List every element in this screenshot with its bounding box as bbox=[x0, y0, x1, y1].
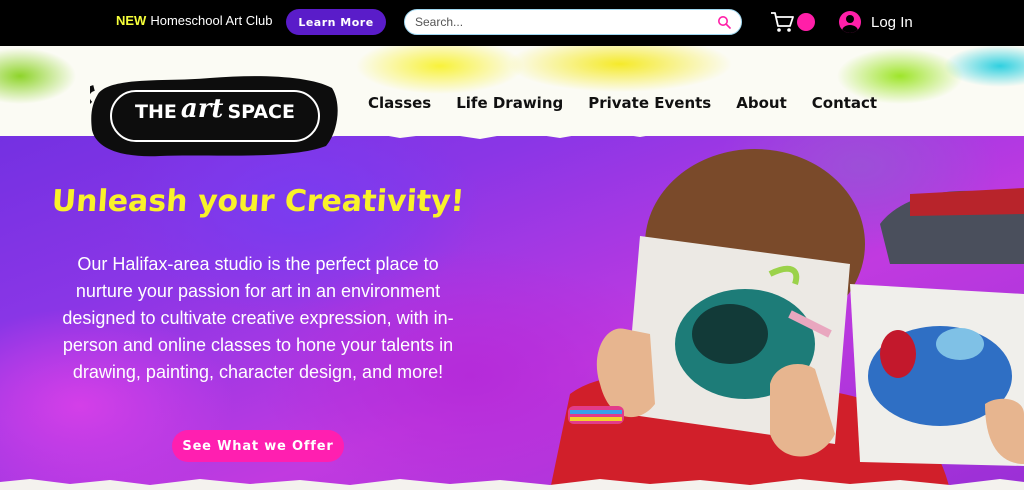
login-label: Log In bbox=[871, 13, 913, 31]
promo-text: Homeschool Art Club bbox=[150, 13, 273, 28]
promo-new-label: NEW bbox=[116, 13, 147, 28]
logo-word-the: THE bbox=[135, 101, 177, 123]
see-what-we-offer-button[interactable]: See What we Offer bbox=[172, 430, 344, 462]
hero-body-text: Our Halifax-area studio is the perfect p… bbox=[62, 254, 454, 382]
top-bar: NEWHomeschool Art Club Learn More Log In bbox=[0, 0, 1024, 46]
search-input[interactable] bbox=[415, 15, 717, 29]
user-avatar-icon bbox=[839, 11, 861, 33]
learn-more-button[interactable]: Learn More bbox=[286, 9, 386, 35]
promo-banner: NEW Homeschool Art Club bbox=[116, 13, 272, 28]
nav-about[interactable]: About bbox=[736, 94, 787, 112]
logo-word-art: art bbox=[180, 94, 224, 124]
search-bar[interactable] bbox=[404, 9, 742, 35]
nav-classes[interactable]: Classes bbox=[368, 94, 431, 112]
hero-headline: Unleash your Creativity! bbox=[50, 184, 466, 219]
nav-contact[interactable]: Contact bbox=[812, 94, 877, 112]
torn-paper-bottom-edge bbox=[0, 479, 1024, 490]
site-logo[interactable]: THE art SPACE bbox=[90, 74, 340, 158]
login-button[interactable]: Log In bbox=[839, 11, 913, 33]
main-nav: Classes Life Drawing Private Events Abou… bbox=[368, 94, 877, 112]
nav-life-drawing[interactable]: Life Drawing bbox=[456, 94, 563, 112]
logo-word-space: SPACE bbox=[227, 101, 295, 123]
search-icon[interactable] bbox=[717, 15, 731, 29]
cart-icon[interactable] bbox=[770, 11, 794, 33]
logo-wordmark: THE art SPACE bbox=[120, 94, 310, 124]
hero-section: THE art SPACE Classes Life Drawing Priva… bbox=[0, 46, 1024, 490]
nav-private-events[interactable]: Private Events bbox=[588, 94, 711, 112]
cart-count-badge[interactable] bbox=[797, 13, 815, 31]
hero-photo-child-with-painting bbox=[550, 149, 1024, 490]
